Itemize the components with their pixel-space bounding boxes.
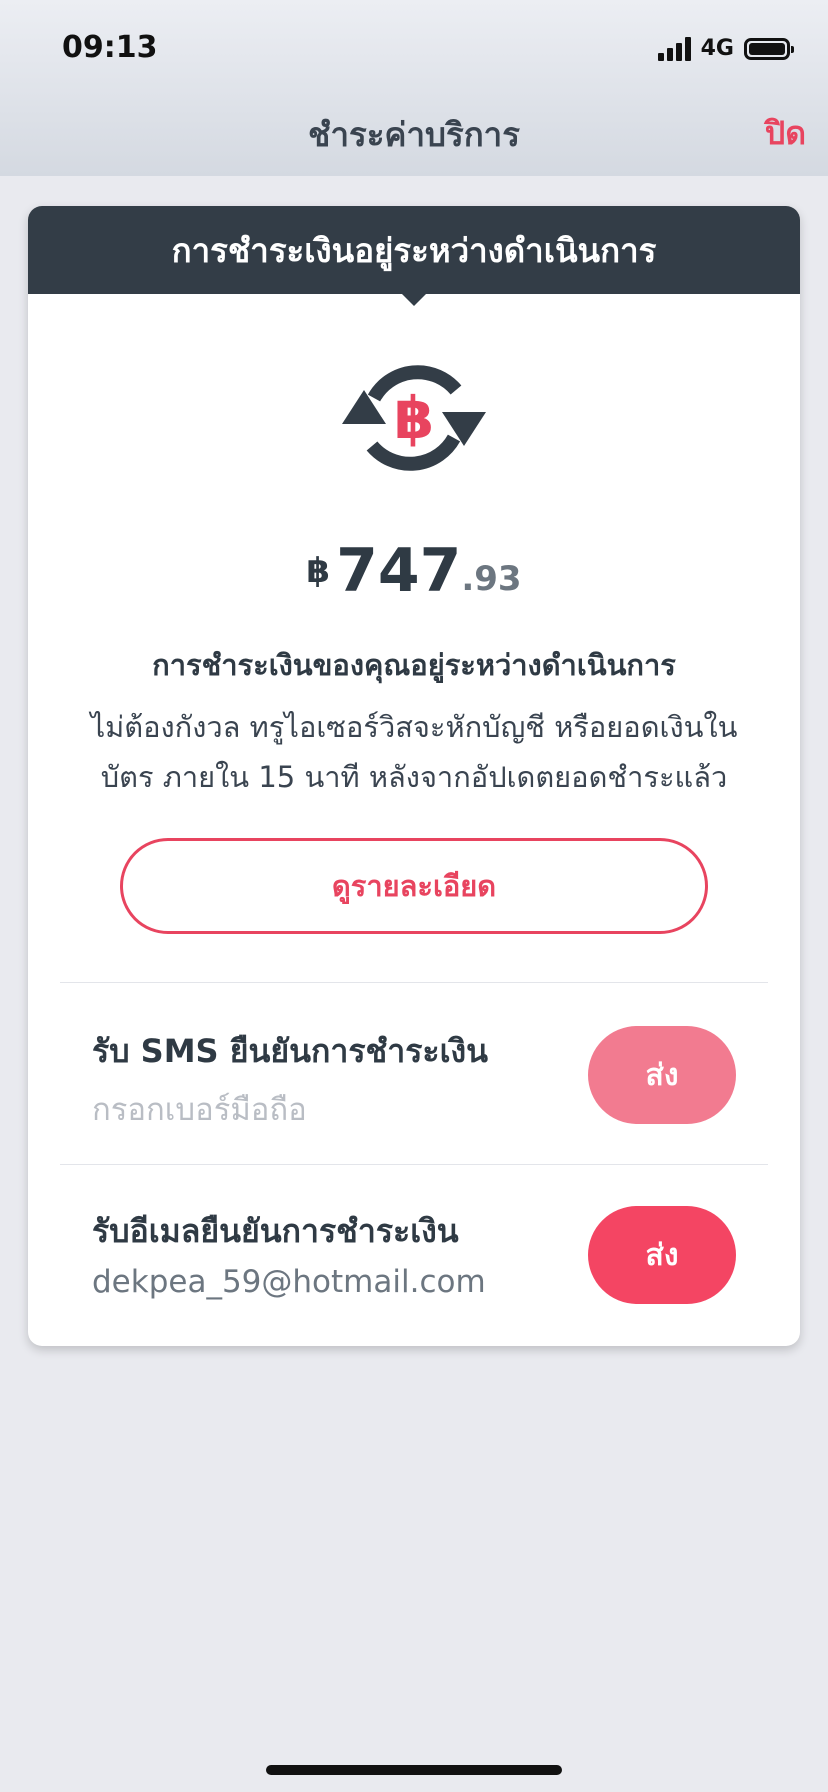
- status-message-title: การชำระเงินของคุณอยู่ระหว่างดำเนินการ: [152, 648, 676, 682]
- battery-icon: [744, 37, 794, 60]
- signal-icon: [657, 36, 691, 61]
- amount-decimal: .93: [461, 559, 522, 599]
- status-message-body: ไม่ต้องกังวล ทรูไอเซอร์วิสจะหักบัญชี หรื…: [90, 710, 738, 794]
- top-bar: 09:13 4G ชำระค่าบริการ ปิด: [0, 0, 828, 176]
- payment-status-card: การชำระเงินอยู่ระหว่างดำเนินการ ฿ ฿ 747.9…: [28, 206, 800, 1346]
- email-confirmation-title: รับอีเมลยืนยันการชำระเงิน: [92, 1212, 459, 1250]
- view-details-button[interactable]: ดูรายละเอียด: [120, 838, 708, 934]
- divider: [60, 1164, 768, 1165]
- baht-sync-icon: ฿: [342, 365, 486, 471]
- status-time: 09:13: [62, 30, 158, 65]
- email-field[interactable]: dekpea_59@hotmail.com: [92, 1264, 486, 1300]
- divider: [60, 982, 768, 983]
- send-email-button[interactable]: ส่ง: [588, 1206, 736, 1304]
- card-header: การชำระเงินอยู่ระหว่างดำเนินการ: [28, 206, 800, 294]
- amount-main: 747: [336, 536, 462, 606]
- phone-number-input[interactable]: กรอกเบอร์มือถือ: [92, 1084, 307, 1134]
- svg-text:฿: ฿: [394, 384, 434, 452]
- header-pointer: [402, 294, 426, 306]
- payment-amount: ฿ 747.93: [28, 536, 800, 606]
- currency-symbol: ฿: [306, 551, 331, 591]
- sms-confirmation-title: รับ SMS ยืนยันการชำระเงิน: [92, 1032, 488, 1070]
- status-indicators: 4G: [657, 36, 794, 61]
- close-button[interactable]: ปิด: [765, 108, 806, 159]
- network-label: 4G: [700, 36, 734, 61]
- send-sms-button[interactable]: ส่ง: [588, 1026, 736, 1124]
- home-indicator: [266, 1765, 562, 1775]
- page-title: ชำระค่าบริการ: [308, 115, 520, 154]
